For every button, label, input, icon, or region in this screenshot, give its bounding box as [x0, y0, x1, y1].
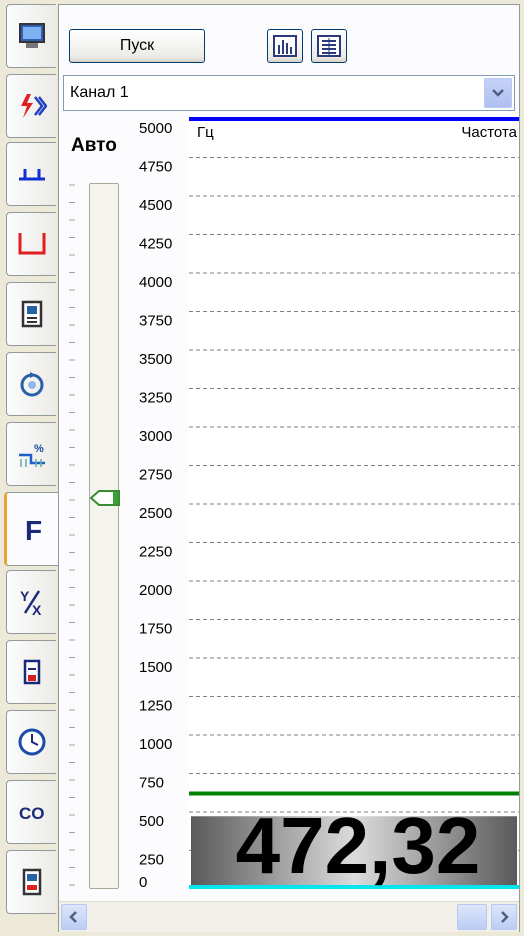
slider-ticks	[69, 184, 75, 886]
y-tick-label: 0	[139, 874, 147, 891]
tab-percent-scale[interactable]: %	[6, 422, 56, 486]
channel-select-value: Канал 1	[70, 84, 129, 101]
y-tick-label: 2750	[139, 467, 172, 484]
clock-icon	[18, 728, 45, 756]
y-tick-label: 2500	[139, 505, 172, 522]
y-tick-label: 2250	[139, 544, 172, 561]
scrollbar-thumb[interactable]	[457, 904, 487, 930]
start-button[interactable]: Пуск	[69, 29, 205, 63]
rotation-icon	[20, 372, 43, 397]
pulse-red-icon	[18, 233, 45, 255]
memory-card-icon	[21, 300, 42, 328]
y-tick-label: 1500	[139, 659, 172, 676]
unit-label: Гц	[197, 124, 214, 141]
horizontal-scrollbar[interactable]	[59, 901, 519, 932]
monitor-icon	[18, 23, 45, 48]
svg-text:Y: Y	[20, 588, 30, 604]
tab-strip: % F Y X CO	[0, 0, 60, 936]
y-tick-label: 4250	[139, 236, 172, 253]
scale-slider-track[interactable]	[89, 183, 119, 889]
tab-battery[interactable]	[6, 640, 56, 704]
tab-pulse-blue[interactable]	[6, 142, 56, 206]
frequency-chart: 5000475045004250400037503500325030002750…	[139, 117, 519, 891]
svg-text:F: F	[25, 515, 42, 544]
y-tick-label: 3000	[139, 428, 172, 445]
chart-view-button[interactable]	[267, 29, 303, 63]
svg-text:CO: CO	[19, 804, 45, 823]
tab-clock[interactable]	[6, 710, 56, 774]
percent-scale-icon: %	[18, 443, 45, 467]
svg-text:%: %	[34, 443, 44, 455]
frequency-panel: Пуск Канал 1 Авто 5000 4750 4500 4250 40…	[58, 4, 520, 932]
tab-frequency[interactable]: F	[4, 492, 60, 566]
auto-scale-label[interactable]: Авто	[71, 135, 117, 157]
table-view-button[interactable]	[311, 29, 347, 63]
y-tick-label: 5000	[139, 120, 172, 137]
value-readout: 472,32	[236, 801, 481, 890]
channel-select[interactable]: Канал 1	[63, 75, 515, 111]
y-tick-label: 3750	[139, 313, 172, 330]
y-tick-label: 4500	[139, 197, 172, 214]
tab-memory-card[interactable]	[6, 282, 56, 346]
y-tick-label: 3250	[139, 390, 172, 407]
y-tick-label: 250	[139, 852, 164, 869]
device-icon	[22, 868, 41, 896]
series-label: Частота	[461, 124, 517, 141]
frequency-icon: F	[25, 515, 42, 544]
y-tick-label: 4000	[139, 274, 172, 291]
y-tick-label: 4750	[139, 159, 172, 176]
scale-slider-thumb[interactable]	[89, 489, 123, 507]
y-tick-label: 1750	[139, 621, 172, 638]
y-tick-label: 3500	[139, 351, 172, 368]
bar-chart-icon	[273, 35, 297, 57]
tab-device[interactable]	[6, 850, 56, 914]
voltage-arrows-icon	[20, 94, 47, 118]
pulse-blue-icon	[18, 169, 45, 181]
chevron-down-icon[interactable]	[484, 78, 512, 108]
tab-ratio[interactable]: YX	[6, 570, 56, 634]
svg-text:X: X	[32, 602, 42, 617]
scroll-left-icon[interactable]	[61, 904, 87, 930]
y-tick-label: 1000	[139, 736, 172, 753]
table-view-icon	[317, 35, 341, 57]
y-tick-label: 500	[139, 813, 164, 830]
tab-voltage-arrows[interactable]	[6, 74, 56, 138]
battery-icon	[23, 659, 40, 685]
y-tick-label: 2000	[139, 582, 172, 599]
tab-monitor[interactable]	[6, 4, 56, 68]
co-icon: CO	[19, 804, 45, 823]
ratio-icon: YX	[20, 588, 42, 617]
y-tick-label: 750	[139, 775, 164, 792]
tab-pulse-red[interactable]	[6, 212, 56, 276]
tab-co[interactable]: CO	[6, 780, 56, 844]
y-tick-label: 1250	[139, 698, 172, 715]
scroll-right-icon[interactable]	[491, 904, 517, 930]
tab-rotation[interactable]	[6, 352, 56, 416]
